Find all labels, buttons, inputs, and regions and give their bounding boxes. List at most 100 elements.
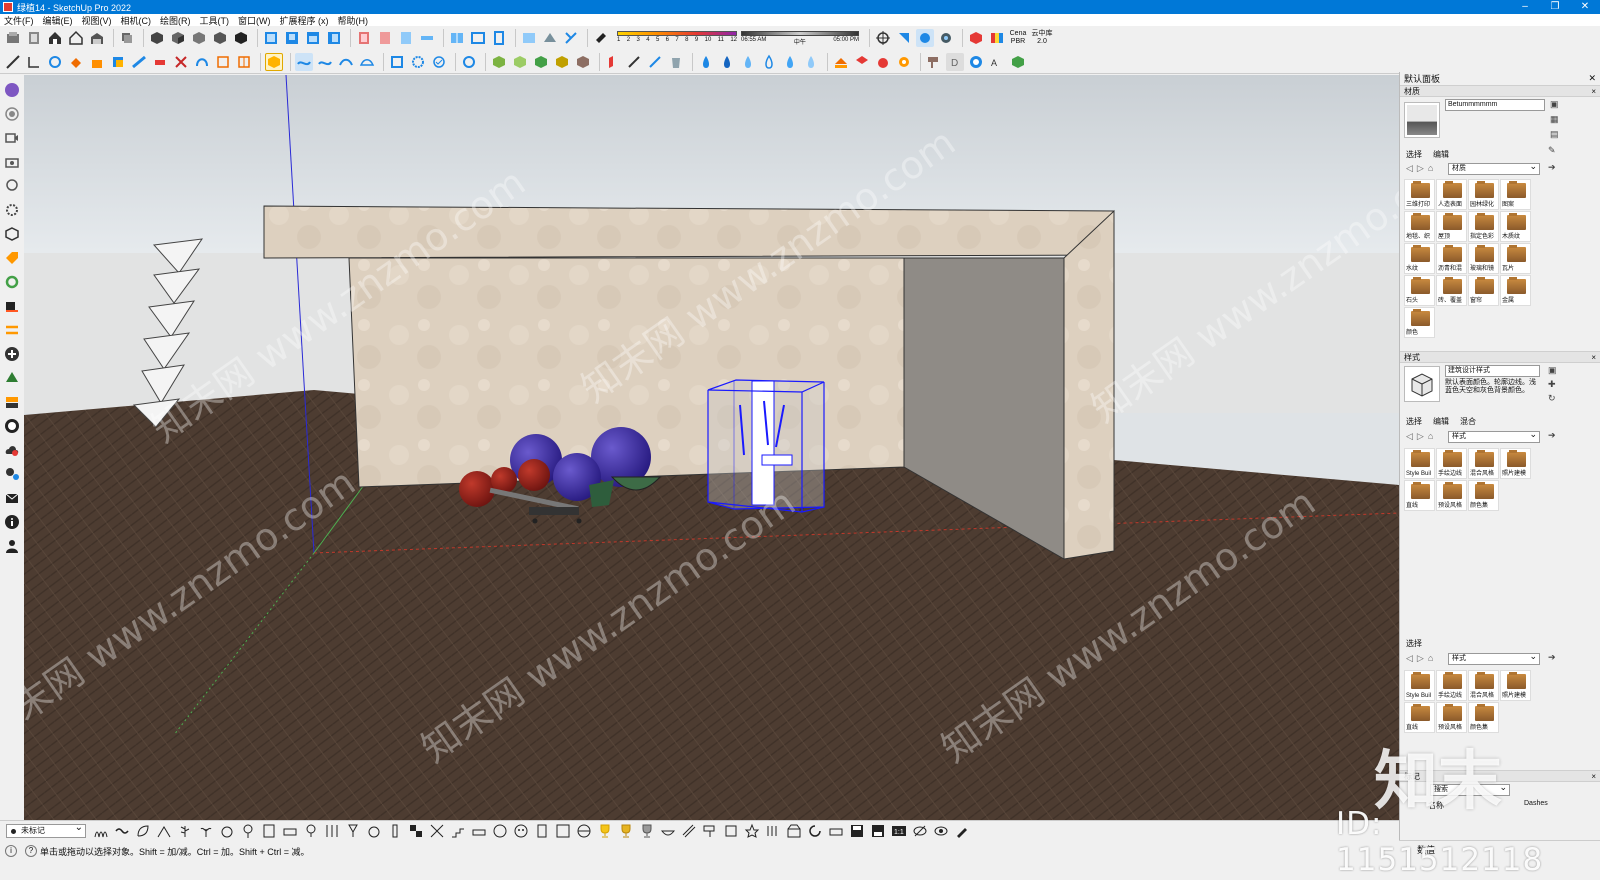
material-folder[interactable]: 地毯、织 — [1404, 211, 1435, 242]
cube-red-icon[interactable] — [967, 29, 985, 47]
component-icon[interactable] — [25, 29, 43, 47]
trophy-gray-icon[interactable] — [638, 822, 655, 839]
lamp-icon[interactable] — [302, 822, 319, 839]
menu-draw[interactable]: 绘图(R) — [160, 14, 191, 27]
bush-icon[interactable] — [218, 822, 235, 839]
cloud-upload-icon[interactable] — [3, 441, 21, 459]
record-icon[interactable] — [3, 105, 21, 123]
check-geometry-icon[interactable] — [430, 53, 448, 71]
section-fill-icon[interactable] — [418, 29, 436, 47]
user-icon[interactable] — [3, 537, 21, 555]
menu-tools[interactable]: 工具(T) — [200, 14, 230, 27]
water-surface-icon[interactable] — [802, 53, 820, 71]
material-folder[interactable]: 水纹 — [1404, 243, 1435, 274]
sandbox-icon[interactable] — [295, 52, 313, 71]
styles-tab-mix[interactable]: 混合 — [1460, 416, 1476, 427]
smoove-icon[interactable] — [316, 53, 334, 71]
material-default-icon[interactable]: ▣ — [1550, 99, 1559, 110]
make-component-icon[interactable] — [265, 52, 283, 71]
tree-icon[interactable] — [239, 822, 256, 839]
styles-section-header[interactable]: 样式 × — [1400, 351, 1600, 363]
gears-icon[interactable] — [3, 465, 21, 483]
pattern-icon[interactable] — [428, 822, 445, 839]
forward-arrow-icon[interactable]: ▷ — [1417, 653, 1424, 664]
tag-orange-icon[interactable] — [3, 249, 21, 267]
two-point-icon[interactable] — [562, 29, 580, 47]
plant-icon[interactable] — [197, 822, 214, 839]
frame-icon[interactable] — [260, 822, 277, 839]
solid-subtract-icon[interactable] — [511, 53, 529, 71]
brush-icon[interactable] — [953, 822, 970, 839]
water-drop-dark-icon[interactable] — [718, 53, 736, 71]
minimize-button[interactable]: – — [1510, 0, 1540, 14]
styles-tab-select[interactable]: 选择 — [1406, 416, 1422, 427]
globe-icon[interactable] — [575, 822, 592, 839]
mix-style-folder[interactable]: 照片建模 — [1500, 670, 1531, 701]
material-folder[interactable]: 金属 — [1500, 275, 1531, 306]
mix-tab-select[interactable]: 选择 — [1406, 638, 1422, 649]
menu-view[interactable]: 视图(V) — [82, 14, 112, 27]
window-view-icon[interactable] — [448, 29, 466, 47]
restore-button[interactable]: ❐ — [1540, 0, 1570, 14]
status-help-icon[interactable]: ? — [25, 845, 37, 857]
gear-icon[interactable] — [409, 53, 427, 71]
materials-section-header[interactable]: 材质 × — [1400, 85, 1600, 97]
parallel-projection-icon[interactable] — [520, 29, 538, 47]
eraser-icon[interactable] — [151, 53, 169, 71]
face-icon[interactable] — [512, 822, 529, 839]
style-preview[interactable] — [1404, 366, 1440, 402]
hatch-icon[interactable] — [680, 822, 697, 839]
bucket-icon[interactable] — [667, 53, 685, 71]
materials-tab-edit[interactable]: 编辑 — [1433, 149, 1449, 160]
scissors-icon[interactable] — [172, 53, 190, 71]
bottle-icon[interactable] — [386, 822, 403, 839]
render-settings-icon[interactable] — [937, 29, 955, 47]
layer-stack-icon[interactable] — [118, 29, 136, 47]
box-open-icon[interactable] — [785, 822, 802, 839]
home-icon[interactable]: ⌂ — [1428, 431, 1433, 442]
glass-icon[interactable] — [344, 822, 361, 839]
eyedropper-icon[interactable]: ✎ — [1548, 145, 1556, 156]
material-folder[interactable]: 三维打印 — [1404, 179, 1435, 210]
section-plane-icon[interactable] — [355, 29, 373, 47]
cube-dark-icon[interactable] — [232, 29, 250, 47]
mix-style-folder[interactable]: Style Buil — [1404, 670, 1435, 701]
styles-library-combo[interactable]: 样式 — [1448, 429, 1540, 443]
frame-view-icon[interactable] — [469, 29, 487, 47]
offset-icon[interactable] — [130, 53, 148, 71]
section-cut-icon[interactable] — [397, 29, 415, 47]
paint-bucket-icon[interactable] — [67, 53, 85, 71]
light-icon[interactable] — [3, 177, 21, 195]
export-icon[interactable] — [853, 53, 871, 71]
tray-close-icon[interactable]: ✕ — [1588, 73, 1596, 84]
solid-split-icon[interactable] — [574, 53, 592, 71]
back-arrow-icon[interactable]: ◁ — [1406, 431, 1413, 442]
shrub-icon[interactable] — [155, 822, 172, 839]
line-tool-icon[interactable] — [4, 53, 22, 71]
details-arrow-icon[interactable]: ➔ — [1548, 430, 1556, 441]
refresh-green-icon[interactable] — [3, 273, 21, 291]
water-drop-outline-icon[interactable] — [760, 53, 778, 71]
cloud-library-label[interactable]: 云中库2.0 — [1031, 30, 1053, 46]
stamp-icon[interactable] — [337, 53, 355, 71]
grass-icon[interactable] — [92, 822, 109, 839]
menu-extensions[interactable]: 扩展程序 (x) — [280, 14, 329, 27]
section-display-icon[interactable] — [376, 29, 394, 47]
window-icon[interactable] — [554, 822, 571, 839]
move-icon[interactable] — [235, 53, 253, 71]
mix-library-combo[interactable]: 样式 — [1448, 651, 1540, 665]
close-button[interactable]: ✕ — [1570, 0, 1600, 14]
curtain-icon[interactable] — [323, 822, 340, 839]
car-icon[interactable] — [470, 822, 487, 839]
menu-help[interactable]: 帮助(H) — [338, 14, 369, 27]
top-view-icon[interactable] — [283, 29, 301, 47]
styles-tab-edit[interactable]: 编辑 — [1433, 416, 1449, 427]
collapse-icon[interactable]: × — [1591, 87, 1596, 96]
cube-frame-icon[interactable] — [722, 822, 739, 839]
material-texture-icon[interactable]: ▤ — [1550, 129, 1559, 140]
getting-started-icon[interactable] — [4, 29, 22, 47]
video-camera-icon[interactable] — [3, 297, 21, 315]
mix-style-folder[interactable]: 颜色集 — [1468, 702, 1499, 733]
material-folder[interactable]: 指定色彩 — [1468, 211, 1499, 242]
star-icon[interactable] — [743, 822, 760, 839]
